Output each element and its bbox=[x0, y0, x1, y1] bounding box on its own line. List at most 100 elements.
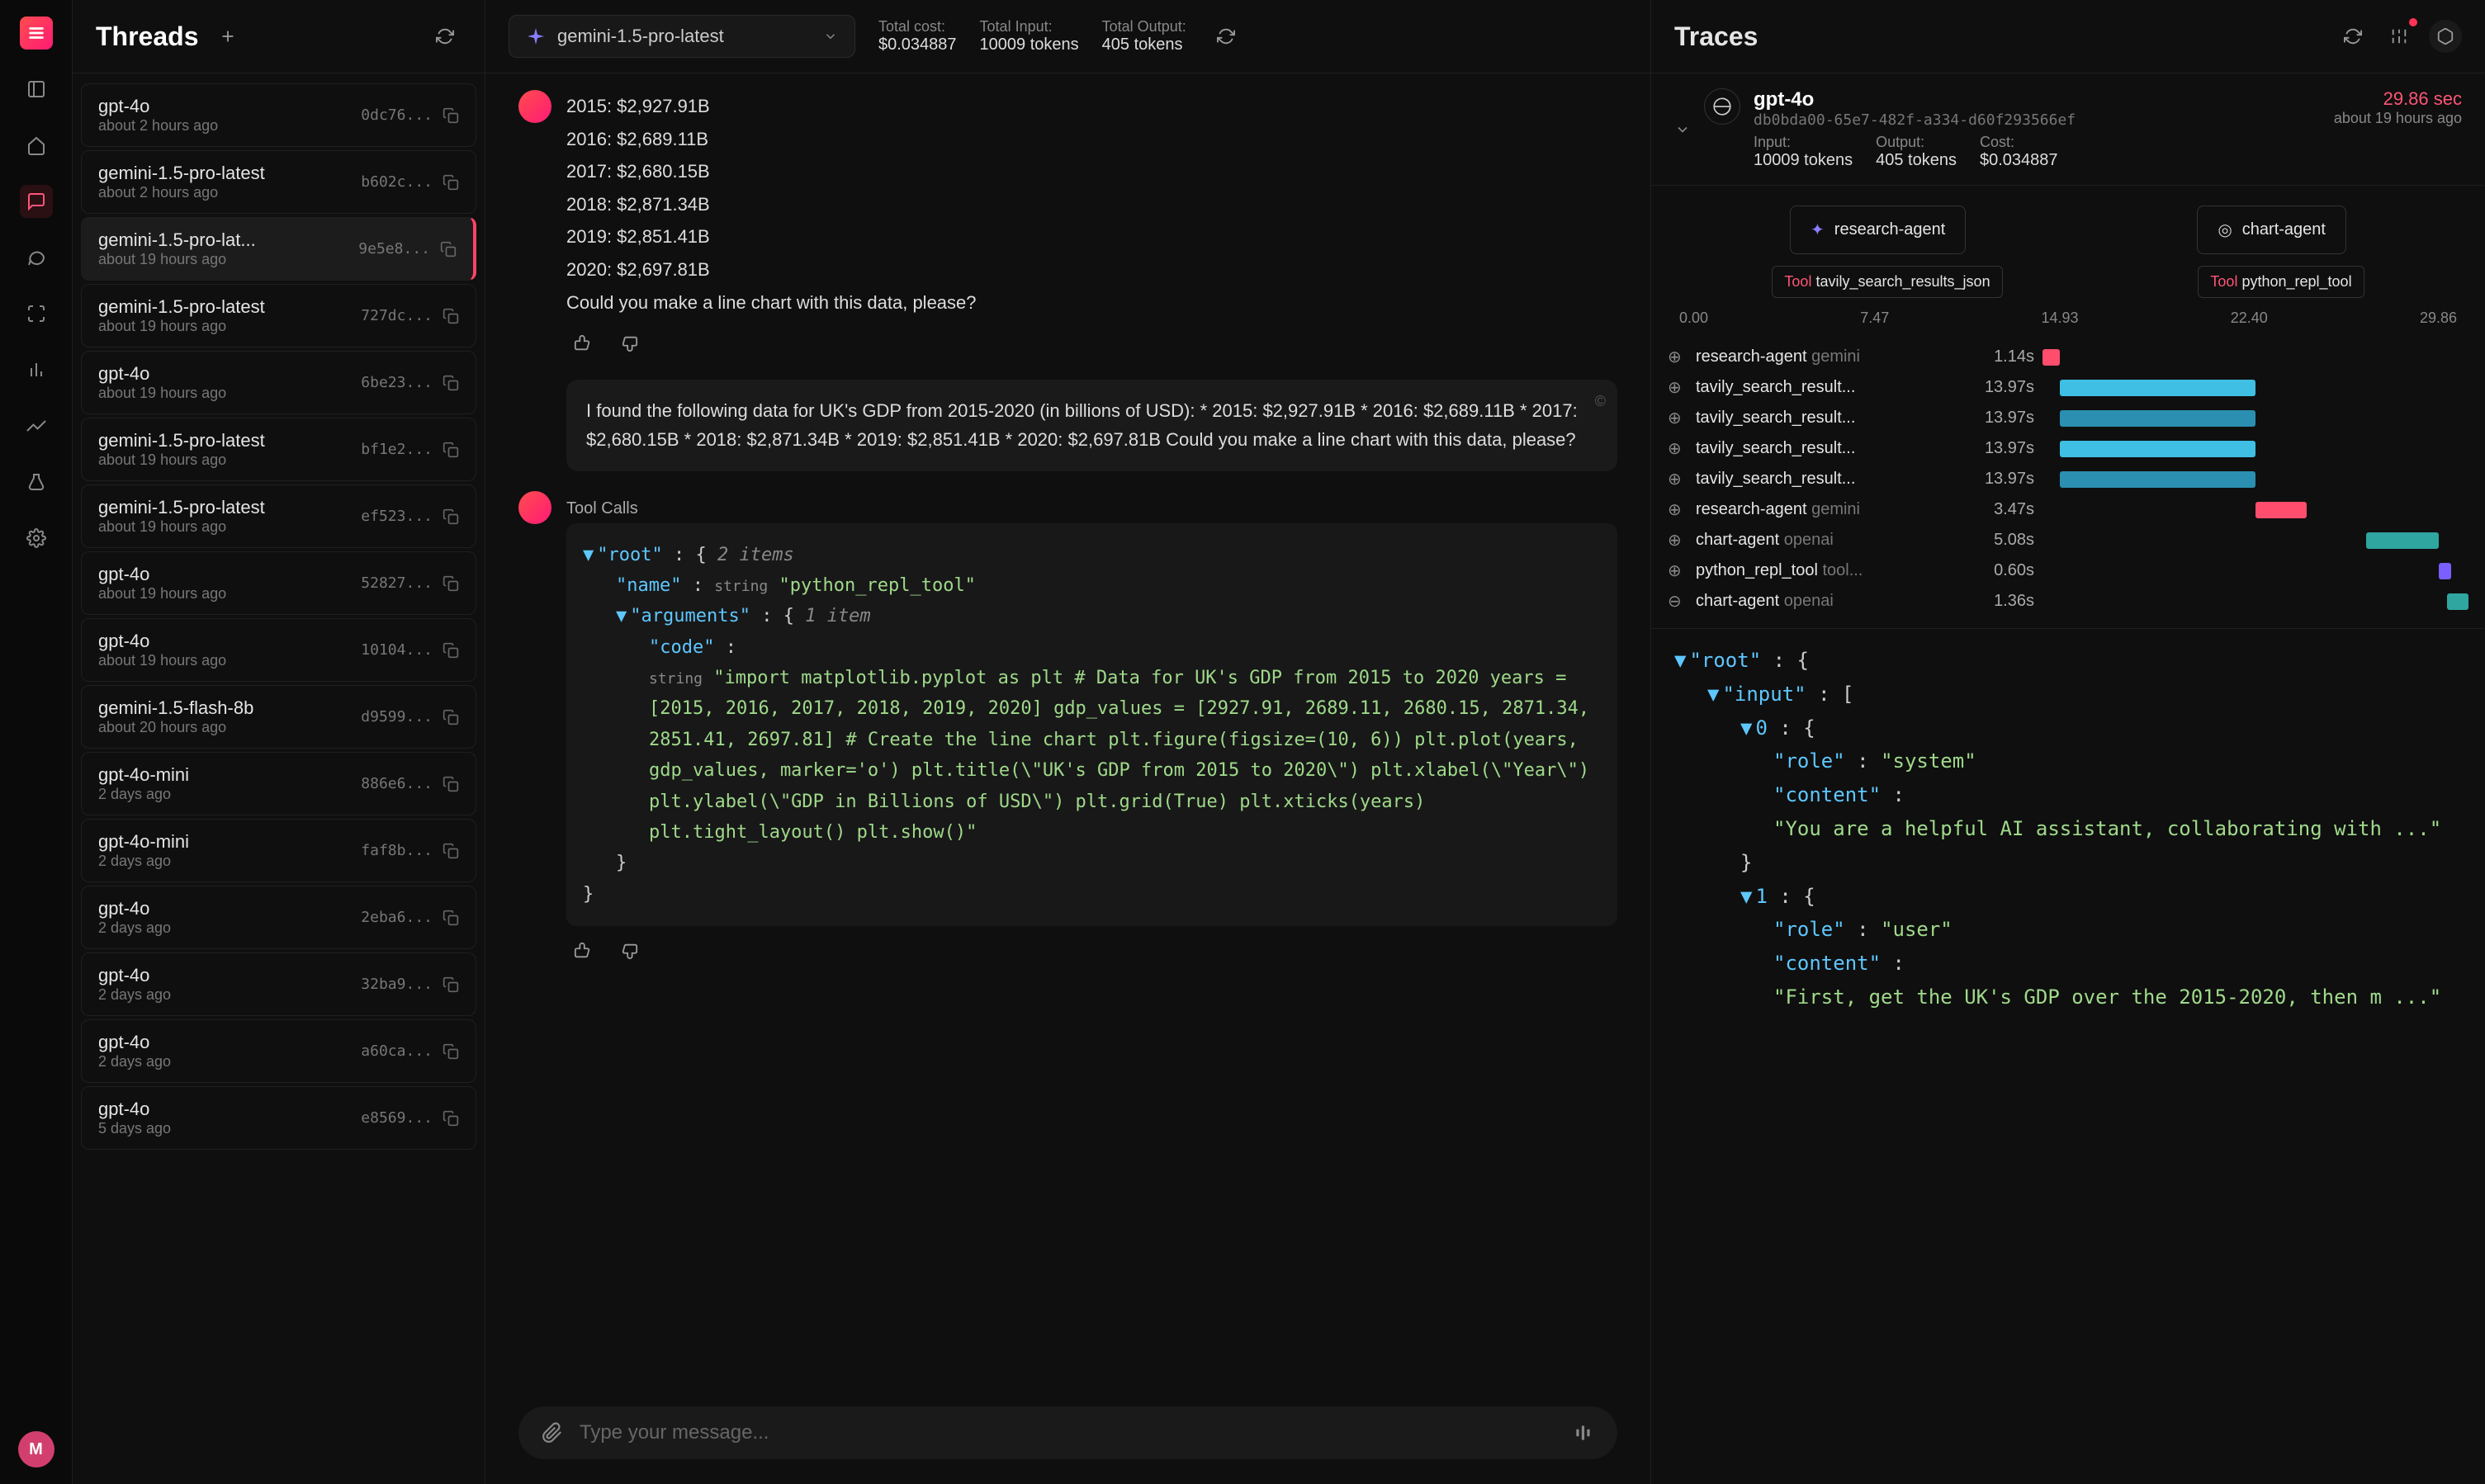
plus-icon[interactable]: ⊕ bbox=[1668, 438, 1687, 459]
copy-icon[interactable] bbox=[443, 508, 459, 525]
plus-icon[interactable]: ⊕ bbox=[1668, 530, 1687, 551]
plus-icon[interactable]: ⊕ bbox=[1668, 499, 1687, 520]
voice-icon[interactable] bbox=[1573, 1422, 1594, 1444]
research-agent-node[interactable]: ✦research-agent bbox=[1790, 206, 1966, 254]
minus-icon[interactable]: ⊖ bbox=[1668, 591, 1687, 612]
trace-id: db0bda00-65e7-482f-a334-d60f293566ef bbox=[1754, 111, 2321, 129]
plus-icon[interactable]: ⊕ bbox=[1668, 469, 1687, 489]
thread-item[interactable]: gpt-4oabout 2 hours ago0dc76... bbox=[81, 83, 476, 147]
copy-icon[interactable] bbox=[443, 575, 459, 592]
model-selector[interactable]: gemini-1.5-pro-latest bbox=[509, 15, 855, 58]
trending-icon[interactable] bbox=[20, 409, 53, 442]
thumbs-down-button[interactable] bbox=[613, 934, 646, 967]
thread-item[interactable]: gpt-4oabout 19 hours ago6be23... bbox=[81, 351, 476, 414]
trace-time: about 19 hours ago bbox=[2334, 110, 2462, 127]
copy-icon[interactable] bbox=[443, 375, 459, 391]
message-input[interactable] bbox=[580, 1421, 1556, 1444]
copy-icon[interactable] bbox=[443, 442, 459, 458]
settings-icon[interactable] bbox=[20, 522, 53, 555]
copy-icon[interactable] bbox=[440, 241, 457, 258]
chat-icon[interactable] bbox=[20, 241, 53, 274]
total-input: Total Input: 10009 tokens bbox=[980, 18, 1079, 54]
refresh-threads-button[interactable] bbox=[428, 20, 462, 53]
trace-duration: 29.86 sec bbox=[2334, 88, 2462, 110]
thread-item[interactable]: gemini-1.5-pro-latestabout 2 hours agob6… bbox=[81, 150, 476, 214]
filter-button[interactable] bbox=[2383, 20, 2416, 53]
span-row[interactable]: ⊕chart-agent openai5.08s bbox=[1668, 525, 2468, 555]
copy-icon[interactable] bbox=[443, 776, 459, 792]
refresh-traces-button[interactable] bbox=[2336, 20, 2369, 53]
thread-item[interactable]: gemini-1.5-pro-latestabout 19 hours agoe… bbox=[81, 484, 476, 548]
plus-icon[interactable]: ⊕ bbox=[1668, 377, 1687, 398]
flask-icon[interactable] bbox=[20, 466, 53, 499]
thumbs-up-button[interactable] bbox=[566, 934, 599, 967]
copy-icon[interactable] bbox=[443, 976, 459, 993]
thumbs-up-button[interactable] bbox=[566, 327, 599, 360]
copy-icon[interactable] bbox=[443, 910, 459, 926]
new-thread-button[interactable] bbox=[211, 20, 244, 53]
user-message: I found the following data for UK's GDP … bbox=[566, 380, 1617, 470]
copy-icon[interactable] bbox=[443, 843, 459, 859]
cube-button[interactable] bbox=[2429, 20, 2462, 53]
gemini-icon bbox=[526, 26, 546, 46]
nav-rail: M bbox=[0, 0, 73, 1484]
span-list: ⊕research-agent gemini1.14s⊕tavily_searc… bbox=[1651, 337, 2485, 629]
copy-icon[interactable] bbox=[443, 174, 459, 191]
panel-icon[interactable] bbox=[20, 73, 53, 106]
attach-icon[interactable] bbox=[542, 1422, 563, 1444]
expand-icon[interactable] bbox=[20, 297, 53, 330]
span-row[interactable]: ⊕tavily_search_result... 13.97s bbox=[1668, 433, 2468, 464]
model-name: gemini-1.5-pro-latest bbox=[557, 26, 724, 47]
threads-title: Threads bbox=[96, 21, 198, 52]
thumbs-down-button[interactable] bbox=[613, 327, 646, 360]
span-row[interactable]: ⊕python_repl_tool tool...0.60s bbox=[1668, 555, 2468, 586]
copy-icon[interactable] bbox=[443, 1043, 459, 1060]
total-output: Total Output: 405 tokens bbox=[1102, 18, 1186, 54]
composer bbox=[485, 1390, 1650, 1484]
chart-agent-node[interactable]: ◎chart-agent bbox=[2197, 206, 2346, 254]
thread-item[interactable]: gpt-4o2 days ago32ba9... bbox=[81, 952, 476, 1016]
threads-icon[interactable] bbox=[20, 185, 53, 218]
tavily-tool-node[interactable]: Tool tavily_search_results_json bbox=[1772, 266, 2002, 298]
assistant-avatar bbox=[518, 90, 551, 123]
trace-model: gpt-4o bbox=[1754, 88, 2321, 111]
span-row[interactable]: ⊕research-agent gemini3.47s bbox=[1668, 494, 2468, 525]
plus-icon[interactable]: ⊕ bbox=[1668, 560, 1687, 581]
span-row[interactable]: ⊕tavily_search_result... 13.97s bbox=[1668, 372, 2468, 403]
threads-list: gpt-4oabout 2 hours ago0dc76...gemini-1.… bbox=[73, 73, 485, 1484]
thread-item[interactable]: gpt-4o2 days agoa60ca... bbox=[81, 1019, 476, 1083]
thread-item[interactable]: gpt-4o2 days ago2eba6... bbox=[81, 886, 476, 949]
thread-item[interactable]: gemini-1.5-pro-latestabout 19 hours agob… bbox=[81, 418, 476, 481]
span-row[interactable]: ⊖chart-agent openai1.36s bbox=[1668, 586, 2468, 617]
python-tool-node[interactable]: Tool python_repl_tool bbox=[2198, 266, 2364, 298]
tool-json: ▼"root" : { 2 items "name" : string "pyt… bbox=[566, 523, 1617, 927]
span-row[interactable]: ⊕tavily_search_result... 13.97s bbox=[1668, 403, 2468, 433]
refresh-chat-button[interactable] bbox=[1209, 20, 1242, 53]
plus-icon[interactable]: ⊕ bbox=[1668, 408, 1687, 428]
span-row[interactable]: ⊕tavily_search_result... 13.97s bbox=[1668, 464, 2468, 494]
thread-item[interactable]: gemini-1.5-pro-latestabout 19 hours ago7… bbox=[81, 284, 476, 347]
threads-panel: Threads gpt-4oabout 2 hours ago0dc76...g… bbox=[73, 0, 485, 1484]
thread-item[interactable]: gemini-1.5-pro-lat...about 19 hours ago9… bbox=[81, 217, 476, 281]
copy-icon[interactable] bbox=[443, 709, 459, 725]
copy-icon[interactable] bbox=[443, 308, 459, 324]
total-cost: Total cost: $0.034887 bbox=[878, 18, 957, 54]
copy-icon[interactable] bbox=[443, 107, 459, 124]
copy-icon[interactable] bbox=[443, 642, 459, 659]
analytics-icon[interactable] bbox=[20, 353, 53, 386]
chevron-down-icon[interactable] bbox=[1674, 121, 1691, 138]
thread-item[interactable]: gpt-4o-mini2 days agofaf8b... bbox=[81, 819, 476, 882]
plus-icon[interactable]: ⊕ bbox=[1668, 347, 1687, 367]
app-logo bbox=[20, 17, 53, 50]
copy-icon[interactable] bbox=[443, 1110, 459, 1127]
thread-item[interactable]: gpt-4o5 days agoe8569... bbox=[81, 1086, 476, 1150]
span-row[interactable]: ⊕research-agent gemini1.14s bbox=[1668, 342, 2468, 372]
thread-item[interactable]: gpt-4oabout 19 hours ago52827... bbox=[81, 551, 476, 615]
thread-item[interactable]: gpt-4oabout 19 hours ago10104... bbox=[81, 618, 476, 682]
user-avatar[interactable]: M bbox=[18, 1431, 54, 1467]
thread-item[interactable]: gpt-4o-mini2 days ago886e6... bbox=[81, 752, 476, 815]
chat-body: 2015: $2,927.91B2016: $2,689.11B2017: $2… bbox=[485, 73, 1650, 1390]
thread-item[interactable]: gemini-1.5-flash-8babout 20 hours agod95… bbox=[81, 685, 476, 749]
trace-json: ▼"root" : { ▼"input" : [ ▼0 : { "role" :… bbox=[1651, 629, 2485, 1484]
home-icon[interactable] bbox=[20, 129, 53, 162]
